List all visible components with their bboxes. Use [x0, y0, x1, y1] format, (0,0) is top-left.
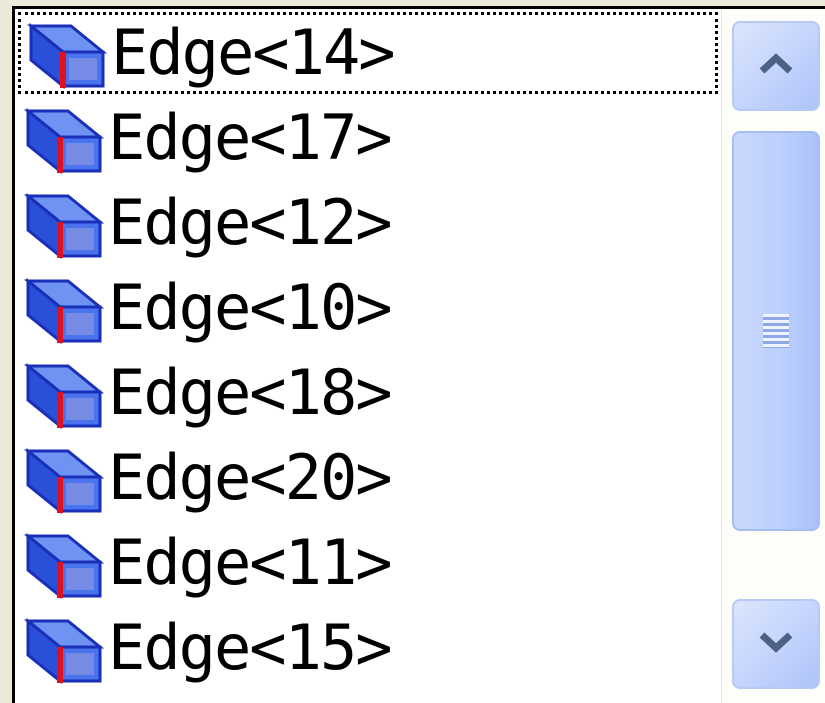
vertical-scrollbar[interactable] [721, 9, 825, 703]
list-item[interactable]: Edge<11> [18, 522, 718, 604]
item-label: Edge<12> [108, 186, 393, 259]
scroll-down-button[interactable] [732, 599, 820, 689]
scroll-thumb[interactable] [732, 131, 820, 531]
chevron-up-icon [756, 51, 796, 81]
edge-listbox[interactable]: Edge<14> Edge<17> Edge<12> Edge<10> Edge… [12, 6, 825, 703]
list-item[interactable]: Edge<15> [18, 607, 718, 689]
chevron-down-icon [756, 629, 796, 659]
item-label: Edge<11> [108, 526, 393, 599]
edge-block-icon [18, 352, 106, 434]
edge-block-icon [18, 437, 106, 519]
item-label: Edge<15> [108, 611, 393, 684]
window-frame: Edge<14> Edge<17> Edge<12> Edge<10> Edge… [0, 0, 825, 703]
edge-block-icon [18, 607, 106, 689]
item-label: Edge<18> [108, 356, 393, 429]
list-item[interactable]: Edge<20> [18, 437, 718, 519]
list-item[interactable]: Edge<12> [18, 182, 718, 264]
list-item[interactable]: Edge<18> [18, 352, 718, 434]
list-item[interactable]: Edge<17> [18, 97, 718, 179]
item-label: Edge<20> [108, 441, 393, 514]
scroll-up-button[interactable] [732, 21, 820, 111]
item-label: Edge<10> [108, 271, 393, 344]
listbox-items: Edge<14> Edge<17> Edge<12> Edge<10> Edge… [15, 9, 718, 703]
edge-block-icon [18, 267, 106, 349]
item-label: Edge<17> [108, 101, 393, 174]
item-label: Edge<14> [111, 16, 396, 89]
edge-block-icon [18, 97, 106, 179]
edge-block-icon [18, 522, 106, 604]
edge-block-icon [18, 182, 106, 264]
list-item[interactable]: Edge<10> [18, 267, 718, 349]
list-item[interactable]: Edge<14> [18, 12, 718, 94]
edge-block-icon [21, 12, 109, 94]
grip-icon [763, 314, 789, 348]
